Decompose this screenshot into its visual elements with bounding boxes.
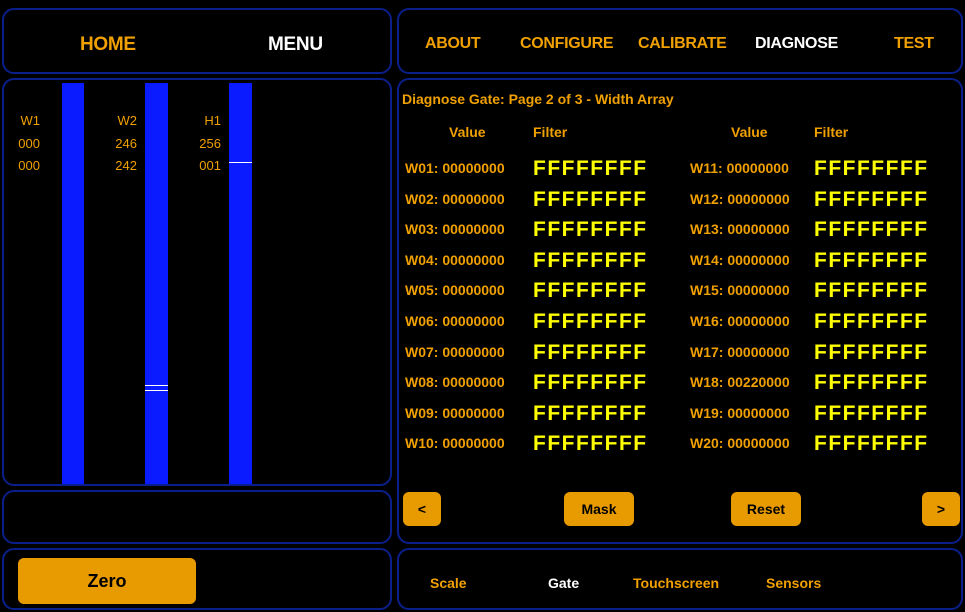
right-value-header: Value — [731, 124, 768, 140]
row-value-left: W09: 00000000 — [405, 404, 505, 421]
bar-w2-marker-a — [145, 385, 168, 386]
bar-h1-value2: 001 — [199, 158, 221, 173]
row-value-left: W01: 00000000 — [405, 160, 505, 176]
row-filter-right: FFFFFFFF — [814, 218, 929, 242]
row-filter-right: FFFFFFFF — [814, 432, 929, 456]
row-value-left: W03: 00000000 — [405, 221, 505, 238]
bar-w2-marker-b — [145, 390, 168, 391]
bar-w1-name: W1 — [20, 113, 41, 128]
tab-calibrate[interactable]: CALIBRATE — [638, 35, 727, 53]
left-value-header: Value — [449, 124, 486, 140]
row-filter-right: FFFFFFFF — [814, 340, 929, 364]
zero-button[interactable]: Zero — [18, 558, 196, 604]
row-filter-left: FFFFFFFF — [533, 432, 648, 456]
row-value-left: W07: 00000000 — [405, 343, 505, 360]
row-value-right: W12: 00000000 — [690, 190, 790, 207]
tab-sensors[interactable]: Sensors — [766, 575, 821, 591]
row-value-right: W20: 00000000 — [690, 435, 790, 452]
row-filter-right: FFFFFFFF — [814, 401, 929, 425]
row-value-left: W02: 00000000 — [405, 190, 505, 207]
row-value-right: W11: 00000000 — [690, 160, 789, 176]
row-filter-right: FFFFFFFF — [814, 279, 929, 303]
row-filter-left: FFFFFFFF — [533, 218, 648, 242]
bar-w1 — [62, 83, 84, 484]
tab-configure[interactable]: CONFIGURE — [520, 35, 614, 53]
bar-h1-marker — [229, 162, 252, 163]
top-left-nav-panel — [2, 8, 392, 74]
row-value-right: W13: 00000000 — [690, 221, 790, 238]
prev-page-button[interactable]: < — [403, 492, 441, 526]
bar-w1-value2: 000 — [18, 158, 40, 173]
row-filter-right: FFFFFFFF — [814, 248, 929, 272]
row-value-right: W18: 00220000 — [690, 374, 790, 391]
row-value-right: W15: 00000000 — [690, 282, 790, 299]
row-filter-left: FFFFFFFF — [533, 279, 648, 303]
row-filter-right: FFFFFFFF — [814, 157, 929, 180]
row-value-right: W14: 00000000 — [690, 251, 790, 268]
row-filter-left: FFFFFFFF — [533, 248, 648, 272]
bar-w1-value1: 000 — [18, 136, 40, 151]
tab-test[interactable]: TEST — [894, 35, 934, 53]
row-value-left: W05: 00000000 — [405, 282, 505, 299]
status-panel — [2, 490, 392, 544]
bar-w2 — [145, 83, 168, 484]
row-filter-left: FFFFFFFF — [533, 187, 648, 211]
left-filter-header: Filter — [533, 124, 568, 140]
tab-diagnose[interactable]: DIAGNOSE — [755, 35, 838, 53]
row-value-left: W04: 00000000 — [405, 251, 505, 268]
row-filter-left: FFFFFFFF — [533, 310, 648, 333]
tab-touchscreen[interactable]: Touchscreen — [633, 575, 719, 591]
tab-gate[interactable]: Gate — [548, 575, 579, 591]
row-value-left: W10: 00000000 — [405, 435, 505, 452]
bar-w2-value1: 246 — [115, 136, 137, 151]
bar-h1-name: H1 — [204, 113, 221, 128]
row-value-left: W06: 00000000 — [405, 313, 505, 329]
bar-h1-value1: 256 — [199, 136, 221, 151]
mask-button[interactable]: Mask — [564, 492, 634, 526]
right-filter-header: Filter — [814, 124, 849, 140]
diagnose-title: Diagnose Gate: Page 2 of 3 - Width Array — [402, 91, 674, 107]
row-filter-left: FFFFFFFF — [533, 340, 648, 364]
row-filter-right: FFFFFFFF — [814, 310, 929, 333]
tab-about[interactable]: ABOUT — [425, 35, 481, 53]
next-page-button[interactable]: > — [922, 492, 960, 526]
row-value-left: W08: 00000000 — [405, 374, 505, 391]
row-value-right: W19: 00000000 — [690, 404, 790, 421]
reset-button[interactable]: Reset — [731, 492, 801, 526]
tab-scale[interactable]: Scale — [430, 575, 467, 591]
home-button[interactable]: HOME — [80, 34, 136, 56]
row-filter-left: FFFFFFFF — [533, 157, 648, 180]
row-filter-left: FFFFFFFF — [533, 371, 648, 395]
row-filter-left: FFFFFFFF — [533, 401, 648, 425]
row-filter-right: FFFFFFFF — [814, 371, 929, 395]
menu-button[interactable]: MENU — [268, 34, 323, 56]
row-value-right: W16: 00000000 — [690, 313, 790, 329]
row-value-right: W17: 00000000 — [690, 343, 790, 360]
bar-h1 — [229, 83, 252, 484]
row-filter-right: FFFFFFFF — [814, 187, 929, 211]
bar-w2-name: W2 — [117, 113, 138, 128]
bar-w2-value2: 242 — [115, 158, 137, 173]
